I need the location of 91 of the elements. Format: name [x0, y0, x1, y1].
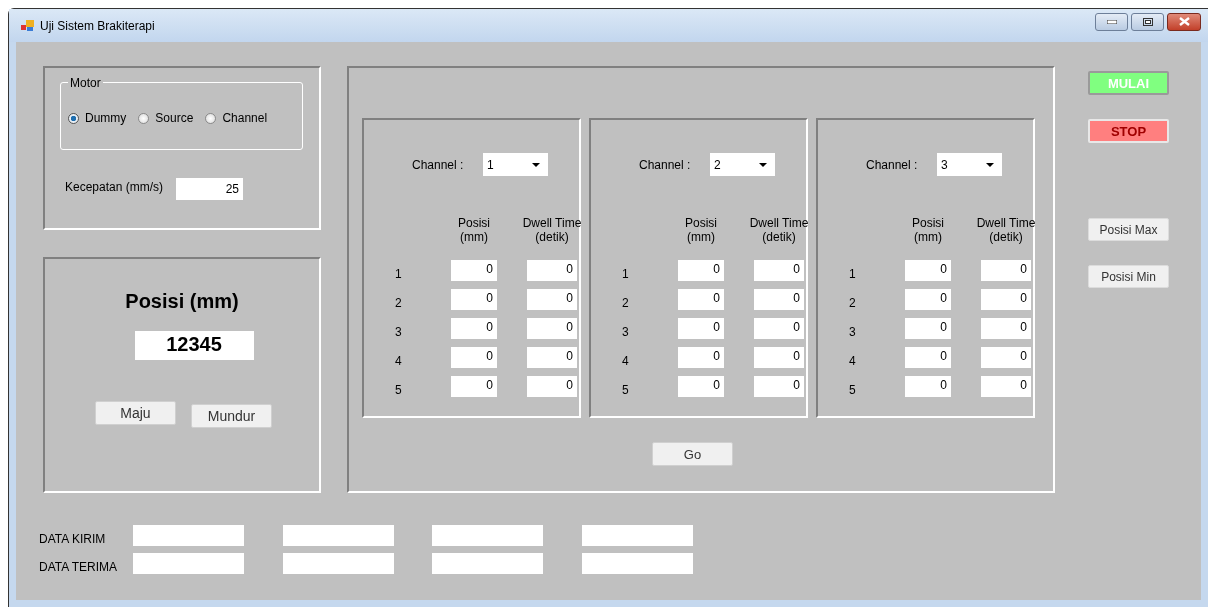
row-number: 4: [395, 354, 403, 368]
radio-option[interactable]: Dummy: [68, 111, 127, 125]
dwell-time-field[interactable]: 0: [754, 376, 804, 397]
caret-icon: [532, 162, 540, 167]
position-field[interactable]: 0: [905, 318, 951, 339]
row-number: 2: [849, 296, 857, 310]
dwell-time-field[interactable]: 0: [754, 289, 804, 310]
row-number: 2: [622, 296, 630, 310]
dwell-time-field[interactable]: 0: [527, 260, 577, 281]
channel-label: Channel :: [412, 157, 465, 172]
position-field[interactable]: 0: [905, 289, 951, 310]
dwell-time-field[interactable]: 0: [981, 347, 1031, 368]
column-header: Posisi (mm): [684, 216, 718, 244]
radio-option[interactable]: Source: [138, 111, 194, 125]
close-button[interactable]: [1167, 12, 1201, 31]
channel-label: Channel :: [866, 157, 919, 172]
channel-label: Channel :: [639, 157, 692, 172]
row-number: 1: [622, 267, 630, 281]
row-number: 5: [622, 383, 630, 397]
group-label: Motor: [68, 76, 103, 90]
app-icon: [21, 19, 35, 32]
maximize-button[interactable]: [1131, 12, 1164, 31]
row-number: 3: [622, 325, 630, 339]
position-field[interactable]: 0: [678, 289, 724, 310]
data-field[interactable]: [582, 553, 693, 574]
data-field[interactable]: [582, 525, 693, 546]
row-number: 1: [395, 267, 403, 281]
column-header: Dwell Time (detik): [521, 216, 583, 244]
row-number: 4: [849, 354, 857, 368]
close-icon: [1178, 17, 1190, 26]
row-number: 5: [849, 383, 857, 397]
data-field[interactable]: [133, 553, 244, 574]
go-button[interactable]: Go: [652, 442, 733, 466]
position-field[interactable]: 0: [451, 376, 497, 397]
dwell-time-field[interactable]: 0: [527, 289, 577, 310]
minimize-button[interactable]: [1095, 12, 1128, 31]
row-number: 3: [395, 325, 403, 339]
channel-dropdown[interactable]: 2: [710, 153, 775, 176]
row-number: 2: [395, 296, 403, 310]
position-field[interactable]: 0: [451, 260, 497, 281]
dwell-time-field[interactable]: 0: [981, 260, 1031, 281]
column-header: Posisi (mm): [911, 216, 945, 244]
row-number: 3: [849, 325, 857, 339]
speed-field[interactable]: 25: [176, 178, 243, 200]
data-field[interactable]: [133, 525, 244, 546]
position-button[interactable]: Posisi Max: [1088, 218, 1169, 241]
column-header: Posisi (mm): [457, 216, 491, 244]
data-field[interactable]: [432, 525, 543, 546]
position-value: 12345: [134, 331, 254, 360]
caret-icon: [759, 162, 767, 167]
data-field[interactable]: [432, 553, 543, 574]
position-field[interactable]: 0: [905, 376, 951, 397]
position-field[interactable]: 0: [905, 260, 951, 281]
row-number: 1: [849, 267, 857, 281]
channel-dropdown[interactable]: 1: [483, 153, 548, 176]
dwell-time-field[interactable]: 0: [527, 376, 577, 397]
position-field[interactable]: 0: [678, 318, 724, 339]
radio-option[interactable]: Channel: [205, 111, 268, 125]
position-title: Posisi (mm): [125, 290, 239, 313]
dwell-time-field[interactable]: 0: [754, 347, 804, 368]
dwell-time-field[interactable]: 0: [754, 260, 804, 281]
position-button[interactable]: Posisi Min: [1088, 265, 1169, 288]
move-button[interactable]: Mundur: [191, 404, 272, 428]
position-field[interactable]: 0: [451, 289, 497, 310]
column-header: Dwell Time (detik): [975, 216, 1037, 244]
data-field[interactable]: [283, 553, 394, 574]
column-header: Dwell Time (detik): [748, 216, 810, 244]
maximize-icon: [1142, 17, 1153, 26]
dwell-time-field[interactable]: 0: [981, 318, 1031, 339]
dwell-time-field[interactable]: 0: [527, 318, 577, 339]
position-field[interactable]: 0: [451, 318, 497, 339]
dwell-time-field[interactable]: 0: [527, 347, 577, 368]
channel-dropdown[interactable]: 3: [937, 153, 1002, 176]
dwell-time-field[interactable]: 0: [981, 289, 1031, 310]
row-number: 4: [622, 354, 630, 368]
position-field[interactable]: 0: [678, 260, 724, 281]
data-label: DATA KIRIM: [39, 532, 107, 546]
row-number: 5: [395, 383, 403, 397]
dwell-time-field[interactable]: 0: [754, 318, 804, 339]
speed-label: Kecepatan (mm/s): [65, 179, 165, 194]
minimize-icon: [1106, 19, 1117, 24]
data-field[interactable]: [283, 525, 394, 546]
position-field[interactable]: 0: [678, 347, 724, 368]
position-field[interactable]: 0: [678, 376, 724, 397]
move-button[interactable]: Maju: [95, 401, 176, 425]
position-field[interactable]: 0: [905, 347, 951, 368]
position-field[interactable]: 0: [451, 347, 497, 368]
caret-icon: [986, 162, 994, 167]
data-label: DATA TERIMA: [39, 560, 118, 574]
window-title: Uji Sistem Brakiterapi: [40, 18, 155, 33]
dwell-time-field[interactable]: 0: [981, 376, 1031, 397]
